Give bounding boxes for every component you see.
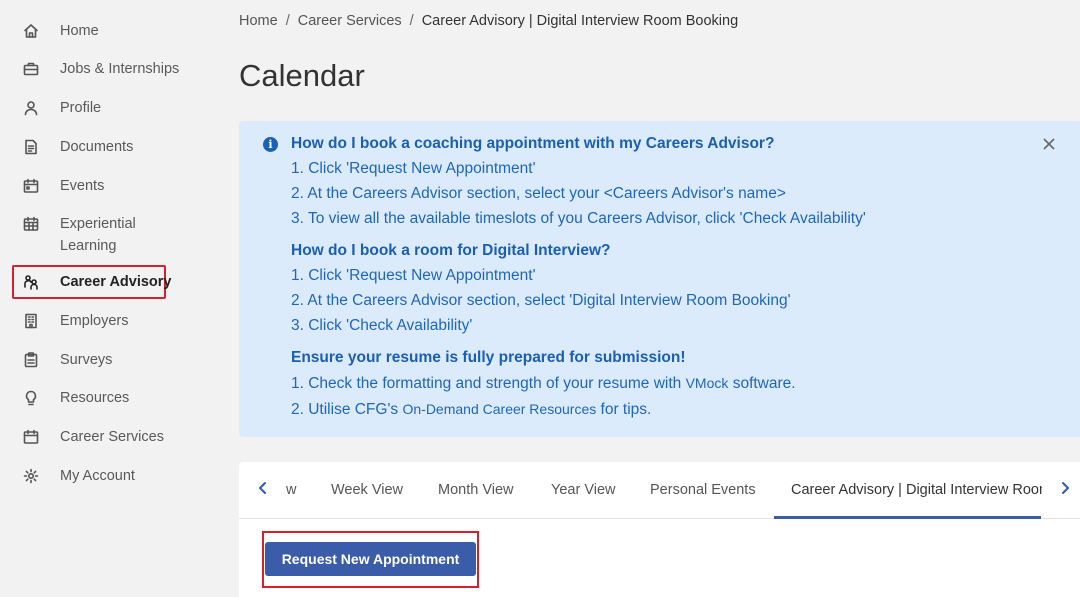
breadcrumb: Home / Career Services / Career Advisory | D… (239, 13, 738, 29)
sidebar-item-career-advisory[interactable]: Career Advisory (12, 271, 202, 293)
sidebar-item-label: Profile (60, 100, 102, 116)
sidebar-item-home[interactable]: Home (12, 20, 202, 42)
info-line: 3. Click 'Check Availability' (291, 317, 473, 334)
people-icon (22, 273, 40, 291)
info-heading: How do I book a room for Digital Intervi… (291, 242, 611, 259)
info-line: 2. At the Careers Advisor section, selec… (291, 185, 786, 202)
calendar-icon (22, 177, 40, 195)
gear-icon (22, 467, 40, 485)
sidebar-item-employers[interactable]: Employers (12, 310, 202, 332)
info-panel: i How do I book a coaching appointment w… (239, 121, 1080, 437)
tab-partial[interactable]: w (286, 462, 296, 519)
experiential-line1: Experiential (60, 216, 136, 232)
sidebar-item-label: Employers (60, 313, 129, 329)
sidebar-item-experiential-learning[interactable]: Experiential Learning (12, 213, 202, 257)
sidebar-item-my-account[interactable]: My Account (12, 465, 202, 487)
tab-personal-events[interactable]: Personal Events (650, 462, 756, 519)
calendar-tabs-card: w Week View Month View Year View Persona… (239, 462, 1080, 597)
breadcrumb-career-services[interactable]: Career Services (298, 13, 402, 29)
sidebar-item-label: Career Services (60, 429, 164, 445)
sidebar-item-surveys[interactable]: Surveys (12, 349, 202, 371)
sidebar-item-label: Career Advisory (60, 274, 172, 290)
info-line: 1. Check the formatting and strength of … (291, 372, 1051, 395)
info-section-coaching: How do I book a coaching appointment wit… (291, 133, 1051, 230)
resume-text: 1. Check the formatting and strength of … (291, 375, 686, 392)
career-resources-link[interactable]: On-Demand Career Resources (402, 401, 596, 417)
sidebar-item-resources[interactable]: Resources (12, 387, 202, 409)
sidebar-item-label: Home (60, 23, 99, 39)
experiential-line2: Learning (60, 238, 117, 254)
info-heading: How do I book a coaching appointment wit… (291, 135, 775, 152)
sidebar-item-label: Events (60, 178, 105, 194)
info-content: How do I book a coaching appointment wit… (291, 133, 1051, 431)
breadcrumb-current: Career Advisory | Digital Interview Room… (421, 13, 739, 29)
sidebar-item-label: Jobs & Internships (60, 61, 180, 77)
sidebar-item-documents[interactable]: Documents (12, 136, 202, 158)
tab-scroll-right-icon[interactable] (1057, 480, 1077, 500)
info-icon: i (263, 137, 278, 152)
sidebar-item-label: Resources (60, 390, 130, 406)
breadcrumb-separator: / (409, 13, 414, 29)
tab-year-view[interactable]: Year View (551, 462, 616, 519)
tab-bar: w Week View Month View Year View Persona… (239, 462, 1080, 519)
info-line: 3. To view all the available timeslots o… (291, 210, 866, 227)
page-title: Calendar (239, 58, 365, 93)
sidebar-item-jobs[interactable]: Jobs & Internships (12, 58, 202, 80)
tab-week-view[interactable]: Week View (331, 462, 403, 519)
tab-month-view[interactable]: Month View (438, 462, 514, 519)
sidebar-item-profile[interactable]: Profile (12, 97, 202, 119)
tab-career-advisory[interactable]: Career Advisory | Digital Interview Room… (791, 462, 1042, 519)
briefcase-icon (22, 60, 40, 78)
user-icon (22, 99, 40, 117)
resume-text: software. (728, 375, 796, 392)
building-icon (22, 312, 40, 330)
sidebar-item-career-services[interactable]: Career Services (12, 426, 202, 448)
sidebar-item-label: My Account (60, 468, 135, 484)
breadcrumb-separator: / (285, 13, 290, 29)
info-line: 2. Utilise CFG's On-Demand Career Resour… (291, 398, 1051, 421)
vmock-link[interactable]: VMock (686, 375, 729, 391)
sidebar-item-label: Surveys (60, 352, 113, 368)
resume-text: for tips. (596, 401, 652, 418)
info-section-digital-interview: How do I book a room for Digital Intervi… (291, 240, 1051, 337)
request-new-appointment-button[interactable]: Request New Appointment (265, 542, 476, 576)
active-tab-indicator (774, 516, 1041, 519)
clipboard-icon (22, 351, 40, 369)
calendar-grid-icon (22, 215, 40, 233)
resume-text: 2. Utilise CFG's (291, 401, 403, 418)
home-icon (22, 22, 40, 40)
document-icon (22, 138, 40, 156)
sidebar-item-label: Documents (60, 139, 134, 155)
breadcrumb-home[interactable]: Home (239, 13, 278, 29)
lightbulb-icon (22, 389, 40, 407)
info-line: 1. Click 'Request New Appointment' (291, 267, 536, 284)
sidebar-item-label: Experiential Learning (60, 213, 136, 257)
info-line: 1. Click 'Request New Appointment' (291, 160, 536, 177)
sidebar: Home Jobs & Internships Profile Document… (0, 0, 215, 597)
info-line: 2. At the Careers Advisor section, selec… (291, 292, 791, 309)
info-heading: Ensure your resume is fully prepared for… (291, 349, 686, 366)
sidebar-item-events[interactable]: Events (12, 175, 202, 197)
calendar-icon (22, 428, 40, 446)
tab-scroll-left-icon[interactable] (255, 480, 275, 500)
info-section-resume: Ensure your resume is fully prepared for… (291, 347, 1051, 421)
